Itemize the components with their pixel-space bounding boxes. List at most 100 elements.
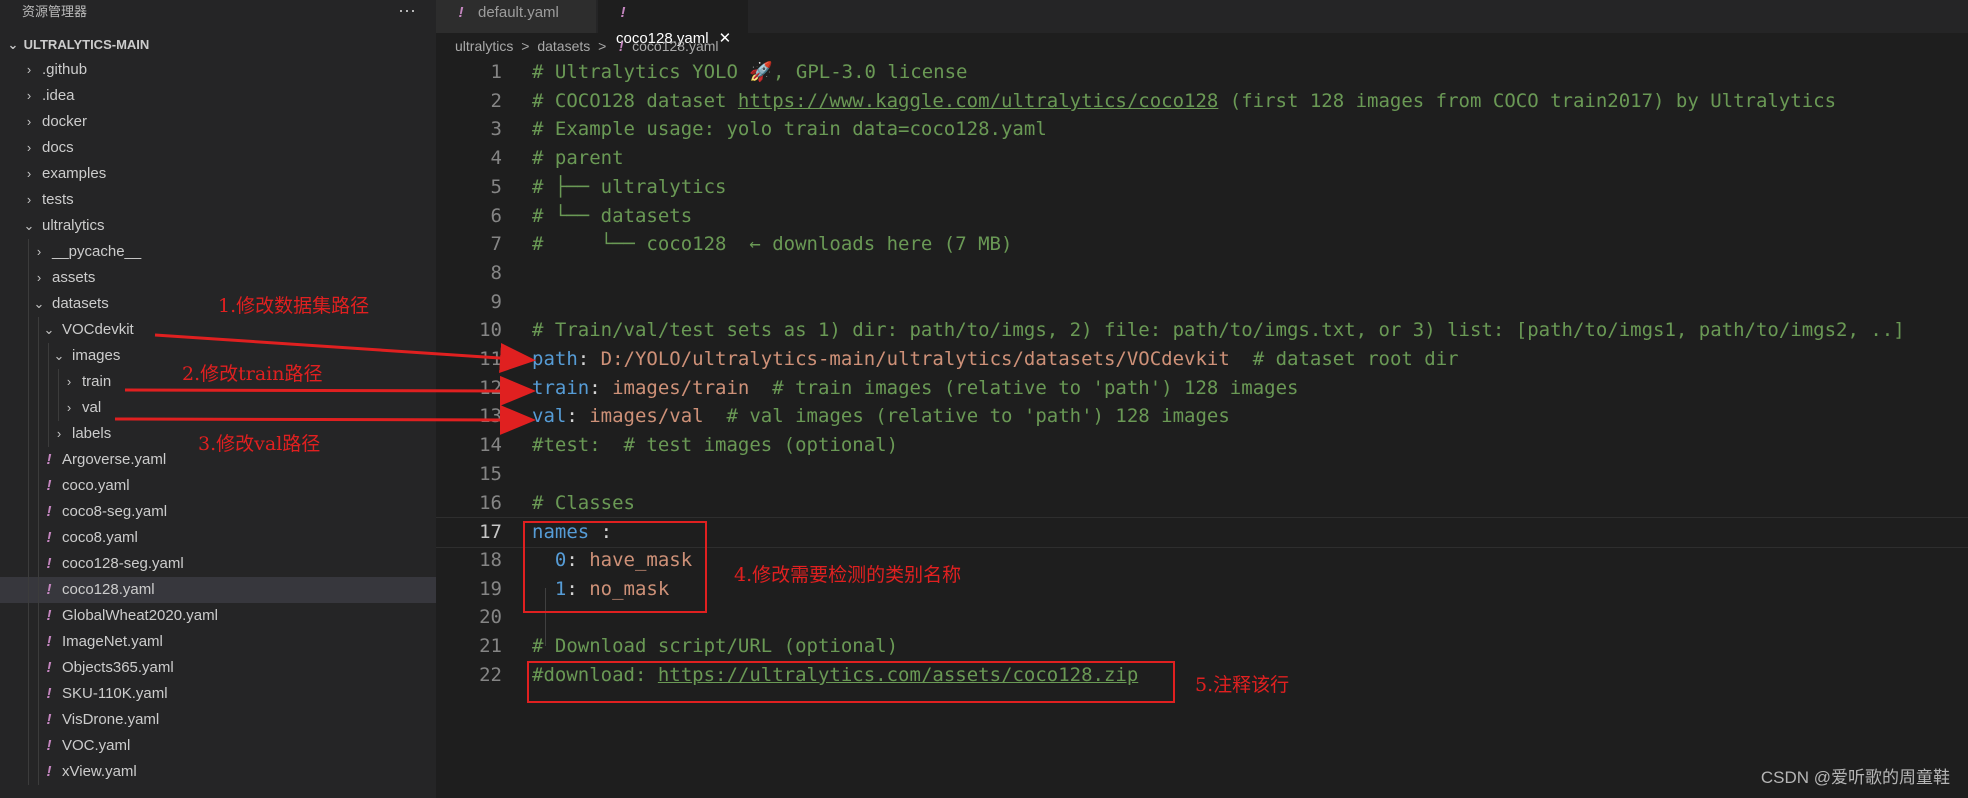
breadcrumb-item[interactable]: datasets [537, 38, 590, 54]
code-line[interactable]: 15 [436, 460, 1968, 489]
yaml-file-icon: ! [46, 685, 52, 702]
code-text: # COCO128 dataset https://www.kaggle.com… [532, 87, 1836, 116]
tree-file-item[interactable]: ! coco.yaml [0, 473, 436, 499]
tree-file-item[interactable]: ! SKU-110K.yaml [0, 681, 436, 707]
tree-item-label: VisDrone.yaml [62, 711, 160, 728]
indent-guide [38, 343, 39, 369]
tree-item-label: ImageNet.yaml [62, 633, 163, 650]
tree-file-item[interactable]: ! coco8-seg.yaml [0, 499, 436, 525]
code-line[interactable]: 2 # COCO128 dataset https://www.kaggle.co… [436, 87, 1968, 116]
code-line[interactable]: 16 # Classes [436, 489, 1968, 518]
tree-file-item[interactable]: ! xView.yaml [0, 759, 436, 785]
code-token: images/train [612, 377, 750, 399]
indent-guide [28, 447, 29, 473]
tree-folder-item[interactable]: › .idea [0, 83, 436, 109]
tree-folder-item[interactable]: › val [0, 395, 436, 421]
tree-item-label: xView.yaml [62, 763, 137, 780]
tree-file-item[interactable]: ! Objects365.yaml [0, 655, 436, 681]
code-line[interactable]: 5 # ├── ultralytics [436, 173, 1968, 202]
breadcrumb: ultralytics > datasets > ! coco128.yaml [455, 34, 719, 58]
line-number: 8 [490, 262, 502, 284]
code-line[interactable]: 9 [436, 288, 1968, 317]
code-line[interactable]: 6 # └── datasets [436, 202, 1968, 231]
code-line[interactable]: 1 # Ultralytics YOLO 🚀, GPL-3.0 license [436, 58, 1968, 87]
code-token: : [589, 377, 613, 399]
code-link[interactable]: https://www.kaggle.com/ultralytics/coco1… [738, 90, 1218, 112]
breadcrumb-item[interactable]: ultralytics [455, 38, 513, 54]
code-line[interactable]: 3 # Example usage: yolo train data=coco12… [436, 115, 1968, 144]
indent-guide [28, 655, 29, 681]
line-number: 1 [490, 61, 502, 83]
indent-guide [28, 421, 29, 447]
indent-guide [28, 265, 29, 291]
breadcrumb-file[interactable]: coco128.yaml [632, 38, 718, 54]
code-token: # Ultralytics YOLO 🚀, GPL-3.0 license [532, 61, 968, 83]
chevron-right-icon: › [36, 270, 42, 285]
tree-folder-item[interactable]: › __pycache__ [0, 239, 436, 265]
tree-folder-item[interactable]: › docker [0, 109, 436, 135]
yaml-file-icon: ! [46, 659, 52, 676]
indent-guide [48, 421, 49, 447]
chevron-down-icon: ⌄ [53, 348, 65, 363]
more-actions-icon[interactable]: ··· [398, 0, 416, 22]
yaml-file-icon: ! [46, 607, 52, 624]
highlight-box-download [527, 661, 1175, 703]
code-line[interactable]: 7 # └── coco128 ← downloads here (7 MB) [436, 230, 1968, 259]
tree-file-item[interactable]: ! VisDrone.yaml [0, 707, 436, 733]
code-text: # Download script/URL (optional) [532, 632, 898, 661]
code-line[interactable]: 21 # Download script/URL (optional) [436, 632, 1968, 661]
code-token: # val images (relative to 'path') 128 im… [703, 405, 1230, 427]
tree-item-label: .idea [42, 87, 75, 104]
code-line[interactable]: 4 # parent [436, 144, 1968, 173]
tree-file-item[interactable]: ! coco128.yaml [0, 577, 436, 603]
yaml-file-icon: ! [458, 4, 464, 21]
code-text: # Ultralytics YOLO 🚀, GPL-3.0 license [532, 58, 967, 87]
code-line[interactable]: 10 # Train/val/test sets as 1) dir: path/… [436, 316, 1968, 345]
indent-guide [28, 395, 29, 421]
tab-coco128-yaml[interactable]: !coco128.yaml ✕ [598, 0, 748, 47]
tree-folder-item[interactable]: › tests [0, 187, 436, 213]
chevron-down-icon: ⌄ [23, 218, 35, 233]
code-text: train: images/train # train images (rela… [532, 374, 1298, 403]
code-token: (first 128 images from COCO train2017) b… [1218, 90, 1837, 112]
line-number: 22 [479, 664, 502, 686]
tree-file-item[interactable]: ! VOC.yaml [0, 733, 436, 759]
tree-folder-item[interactable]: › docs [0, 135, 436, 161]
tab-default-yaml[interactable]: ! default.yaml [436, 0, 596, 33]
code-token: # COCO128 dataset [532, 90, 738, 112]
line-number: 12 [479, 377, 502, 399]
tree-folder-item[interactable]: › .github [0, 57, 436, 83]
code-line[interactable]: 14 #test: # test images (optional) [436, 431, 1968, 460]
tree-item-label: .github [42, 61, 88, 78]
tree-item-label: examples [42, 165, 107, 182]
workspace-root-folder[interactable]: ⌄ ULTRALYTICS-MAIN [0, 33, 436, 57]
yaml-file-icon: ! [46, 555, 52, 572]
code-token: # └── coco128 ← downloads here (7 MB) [532, 233, 1013, 255]
tree-folder-item[interactable]: › examples [0, 161, 436, 187]
tree-file-item[interactable]: ! GlobalWheat2020.yaml [0, 603, 436, 629]
yaml-file-icon: ! [46, 477, 52, 494]
chevron-right-icon: › [66, 374, 72, 389]
yaml-file-icon: ! [46, 633, 52, 650]
line-number: 2 [490, 90, 502, 112]
code-line[interactable]: 8 [436, 259, 1968, 288]
code-line[interactable]: 12 train: images/train # train images (re… [436, 374, 1968, 403]
indent-guide [58, 395, 59, 421]
indent-guide [28, 681, 29, 707]
line-number: 9 [490, 291, 502, 313]
tree-file-item[interactable]: ! ImageNet.yaml [0, 629, 436, 655]
indent-guide [38, 317, 39, 343]
line-number: 14 [479, 434, 502, 456]
close-icon[interactable]: ✕ [719, 30, 732, 47]
chevron-right-icon: › [26, 192, 32, 207]
chevron-right-icon: › [26, 114, 32, 129]
tree-item-label: Argoverse.yaml [62, 451, 167, 468]
tree-folder-item[interactable]: ⌄ VOCdevkit [0, 317, 436, 343]
tree-folder-item[interactable]: ⌄ ultralytics [0, 213, 436, 239]
tree-folder-item[interactable]: › assets [0, 265, 436, 291]
tree-file-item[interactable]: ! coco128-seg.yaml [0, 551, 436, 577]
code-line[interactable]: 13 val: images/val # val images (relative… [436, 402, 1968, 431]
code-token: images/val [589, 405, 704, 427]
tree-file-item[interactable]: ! coco8.yaml [0, 525, 436, 551]
code-line[interactable]: 11 path: D:/YOLO/ultralytics-main/ultraly… [436, 345, 1968, 374]
